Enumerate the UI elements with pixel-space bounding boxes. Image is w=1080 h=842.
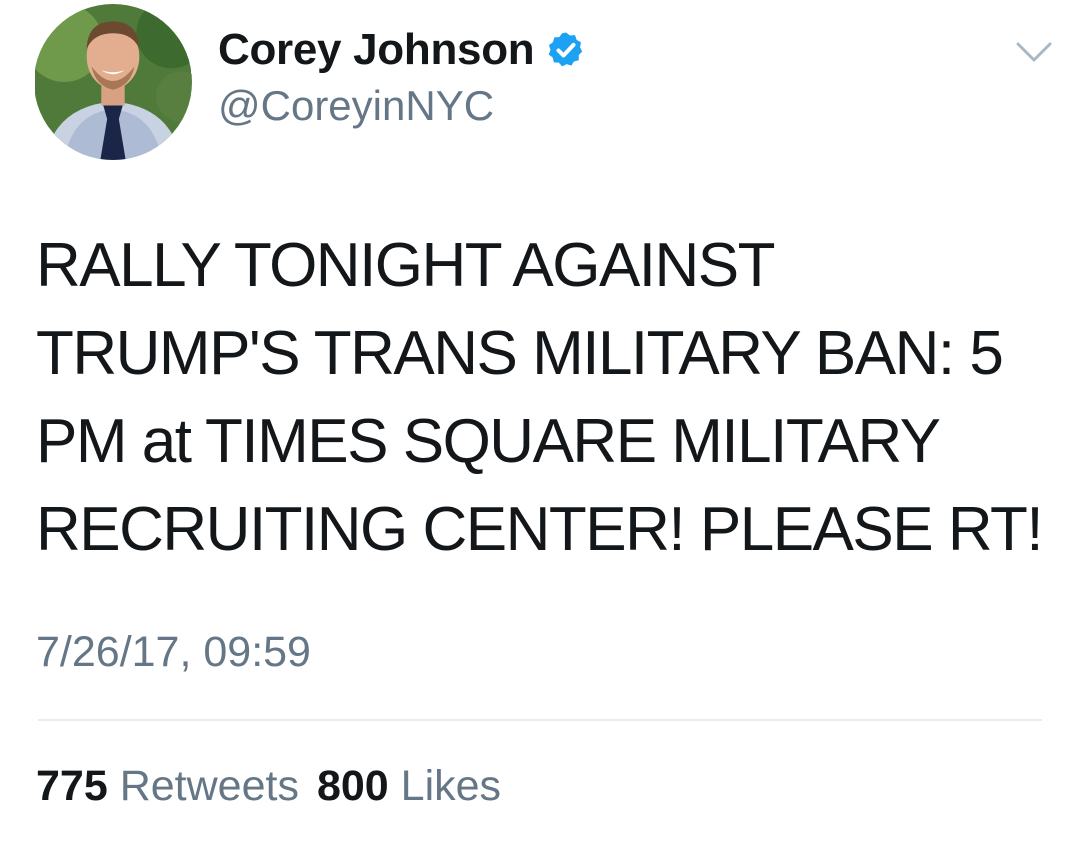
retweets-stat[interactable]: 775 Retweets <box>36 762 299 810</box>
likes-stat[interactable]: 800 Likes <box>317 762 501 810</box>
avatar[interactable] <box>34 4 192 160</box>
likes-count: 800 <box>316 762 389 810</box>
author-display-name[interactable]: Corey Johnson <box>218 26 535 74</box>
author-handle[interactable]: @CoreyinNYC <box>218 82 494 130</box>
likes-label: Likes <box>400 762 502 810</box>
author-name-row[interactable]: Corey Johnson <box>218 26 586 74</box>
chevron-down-icon[interactable] <box>1014 38 1054 66</box>
tweet-stats: 775 Retweets 800 Likes <box>36 760 501 812</box>
tweet-timestamp[interactable]: 7/26/17, 09:59 <box>36 626 311 678</box>
tweet-text: RALLY TONIGHT AGAINST TRUMP'S TRANS MILI… <box>36 231 1044 564</box>
retweets-count: 775 <box>36 762 108 810</box>
avatar-photo <box>34 4 192 160</box>
verified-badge-icon <box>546 30 586 70</box>
retweets-label: Retweets <box>119 762 299 810</box>
divider <box>38 719 1042 721</box>
